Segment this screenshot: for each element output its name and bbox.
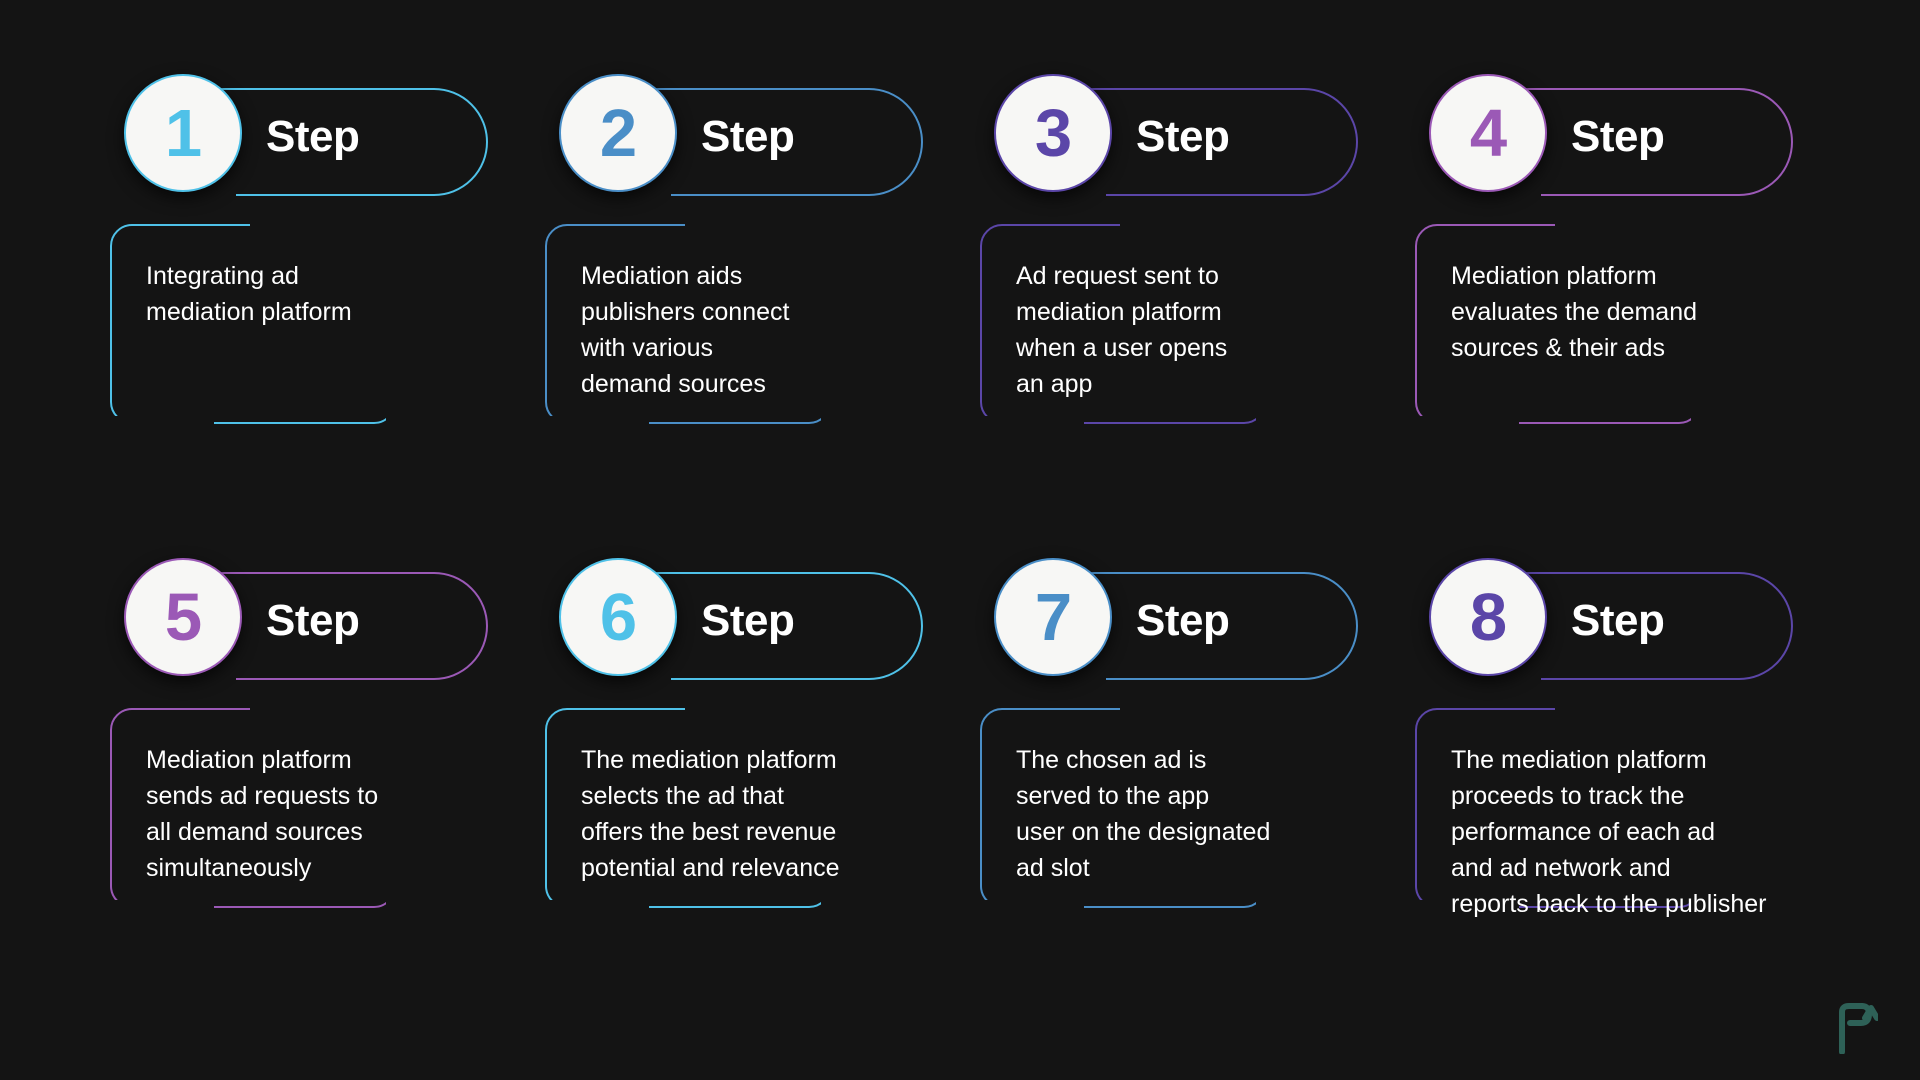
steps-grid: 1 Step Integrating ad mediation platform… bbox=[104, 70, 1850, 1000]
step-label: Step bbox=[1136, 596, 1230, 645]
step-body-text: The mediation platform selects the ad th… bbox=[581, 746, 840, 882]
step-body: Mediation platform evaluates the demand … bbox=[1409, 218, 1850, 434]
bracket-bottom-gap bbox=[974, 416, 1084, 432]
step-body: Mediation aids publishers connect with v… bbox=[539, 218, 980, 434]
step-label: Step bbox=[266, 596, 360, 645]
bracket-bottom-gap bbox=[1409, 416, 1519, 432]
step-label: Step bbox=[1571, 112, 1665, 161]
step-card-3[interactable]: 3 Step Ad request sent to mediation plat… bbox=[974, 70, 1415, 516]
bracket-bottom-gap bbox=[974, 900, 1084, 916]
step-card-6[interactable]: 6 Step The mediation platform selects th… bbox=[539, 554, 980, 1000]
step-card-5[interactable]: 5 Step Mediation platform sends ad reque… bbox=[104, 554, 545, 1000]
step-body: The mediation platform proceeds to track… bbox=[1409, 702, 1850, 918]
step-header: 7 Step bbox=[988, 554, 1415, 690]
step-number: 4 bbox=[1469, 95, 1507, 171]
step-number: 3 bbox=[1034, 95, 1072, 171]
step-label: Step bbox=[266, 112, 360, 161]
step-number-badge: 2 bbox=[559, 74, 677, 192]
step-body: Integrating ad mediation platform bbox=[104, 218, 545, 434]
bracket-bottom-gap bbox=[539, 416, 649, 432]
step-body-text: Mediation platform evaluates the demand … bbox=[1451, 262, 1698, 362]
step-number-badge: 3 bbox=[994, 74, 1112, 192]
step-number-badge: 7 bbox=[994, 558, 1112, 676]
step-number: 8 bbox=[1469, 579, 1507, 655]
step-body-text: Integrating ad mediation platform bbox=[146, 262, 352, 326]
step-number: 1 bbox=[164, 95, 202, 171]
infographic-canvas: 1 Step Integrating ad mediation platform… bbox=[0, 0, 1920, 1080]
step-number: 2 bbox=[599, 95, 637, 171]
step-label: Step bbox=[1571, 596, 1665, 645]
step-number: 7 bbox=[1034, 579, 1072, 655]
step-card-7[interactable]: 7 Step The chosen ad is served to the ap… bbox=[974, 554, 1415, 1000]
step-number: 6 bbox=[599, 579, 637, 655]
step-card-8[interactable]: 8 Step The mediation platform proceeds t… bbox=[1409, 554, 1850, 1000]
step-label: Step bbox=[701, 112, 795, 161]
step-body-text: The mediation platform proceeds to track… bbox=[1451, 746, 1767, 918]
step-number-badge: 4 bbox=[1429, 74, 1547, 192]
step-body: The chosen ad is served to the app user … bbox=[974, 702, 1415, 918]
step-header: 8 Step bbox=[1423, 554, 1850, 690]
step-header: 4 Step bbox=[1423, 70, 1850, 206]
step-header: 6 Step bbox=[553, 554, 980, 690]
step-number-badge: 5 bbox=[124, 558, 242, 676]
step-body: Mediation platform sends ad requests to … bbox=[104, 702, 545, 918]
p-arrow-logo-icon bbox=[1839, 1003, 1878, 1054]
step-number-badge: 8 bbox=[1429, 558, 1547, 676]
step-card-2[interactable]: 2 Step Mediation aids publishers connect… bbox=[539, 70, 980, 516]
bracket-bottom-gap bbox=[104, 900, 214, 916]
bracket-bottom-gap bbox=[104, 416, 214, 432]
step-header: 3 Step bbox=[988, 70, 1415, 206]
step-body: Ad request sent to mediation platform wh… bbox=[974, 218, 1415, 434]
step-header: 2 Step bbox=[553, 70, 980, 206]
step-body: The mediation platform selects the ad th… bbox=[539, 702, 980, 918]
step-header: 1 Step bbox=[118, 70, 545, 206]
bracket-bottom-gap bbox=[539, 900, 649, 916]
step-label: Step bbox=[701, 596, 795, 645]
step-body-text: Mediation platform sends ad requests to … bbox=[146, 746, 379, 882]
step-header: 5 Step bbox=[118, 554, 545, 690]
step-body-text: Ad request sent to mediation platform wh… bbox=[1016, 262, 1228, 398]
step-label: Step bbox=[1136, 112, 1230, 161]
step-number: 5 bbox=[164, 579, 202, 655]
step-number-badge: 1 bbox=[124, 74, 242, 192]
step-body-text: Mediation aids publishers connect with v… bbox=[581, 262, 790, 398]
step-card-4[interactable]: 4 Step Mediation platform evaluates the … bbox=[1409, 70, 1850, 516]
step-card-1[interactable]: 1 Step Integrating ad mediation platform bbox=[104, 70, 545, 516]
step-body-text: The chosen ad is served to the app user … bbox=[1016, 746, 1271, 882]
step-number-badge: 6 bbox=[559, 558, 677, 676]
